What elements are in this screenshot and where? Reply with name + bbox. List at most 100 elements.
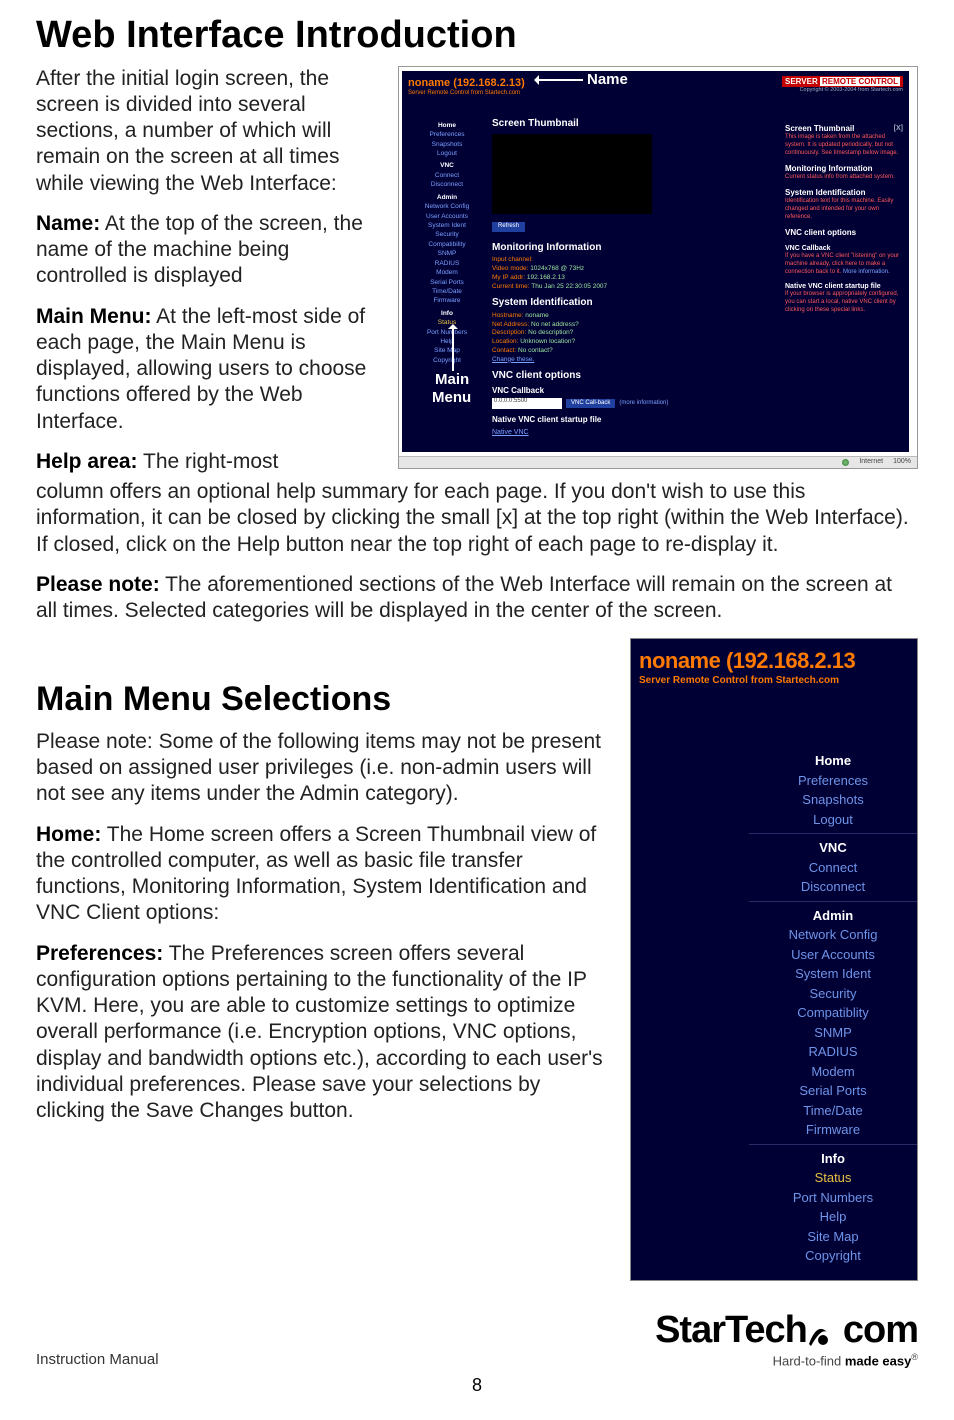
menu-header-vnc: VNC <box>749 838 917 858</box>
help-h-callback: VNC Callback <box>785 244 903 253</box>
callback-input[interactable]: 0.0.0.0:5500 <box>492 398 562 409</box>
menu-link[interactable]: Connect <box>749 858 917 878</box>
change-these-link[interactable]: Change these. <box>492 356 534 363</box>
heading-screen-thumbnail: Screen Thumbnail <box>492 118 779 131</box>
menu-link[interactable]: Connect <box>408 171 486 180</box>
mms-intro: Please note: Some of the following items… <box>36 729 612 808</box>
annotation-name: Name <box>587 71 628 90</box>
tagline: Hard-to-find made easy® <box>655 1352 918 1370</box>
menu-link[interactable]: User Accounts <box>408 212 486 221</box>
help-h-vnc: VNC client options <box>785 228 903 238</box>
native-vnc-link[interactable]: Native VNC <box>492 429 529 436</box>
menu-link[interactable]: Port Numbers <box>749 1188 917 1208</box>
menu-header-home[interactable]: Home <box>408 121 486 130</box>
menu-link[interactable]: Help <box>408 337 486 346</box>
mainmenu-paragraph: Main Menu: At the left-most side of each… <box>36 304 382 435</box>
menu-link[interactable]: Disconnect <box>408 180 486 189</box>
menu-link[interactable]: SNMP <box>749 1023 917 1043</box>
refresh-button[interactable]: Refresh <box>492 222 525 232</box>
monitoring-info: Input channel: Video mode: 1024x768 @ 73… <box>492 256 779 291</box>
help-close-button[interactable]: [X] <box>894 124 903 133</box>
annotation-menu: Menu <box>432 389 471 408</box>
annotation-name-line <box>537 79 583 81</box>
footer-left: Instruction Manual <box>36 1351 159 1370</box>
section-title-mms: Main Menu Selections <box>36 678 612 721</box>
heading-vnc-callback: VNC Callback <box>492 386 779 396</box>
menu-closeup-screenshot: noname (192.168.2.13 Server Remote Contr… <box>630 638 918 1281</box>
menu-link[interactable]: Network Config <box>749 925 917 945</box>
mainmenu-label: Main Menu: <box>36 305 152 328</box>
menu-link[interactable]: Preferences <box>408 130 486 139</box>
internet-zone-icon <box>842 459 849 466</box>
help-lead-text: The right-most <box>138 450 279 473</box>
menu-link[interactable]: Network Config <box>408 202 486 211</box>
menu-header-info: Info <box>749 1149 917 1169</box>
menu-link[interactable]: Site Map <box>749 1227 917 1247</box>
menu-link[interactable]: Compatibility <box>408 240 486 249</box>
copyright-line: Copyright © 2003-2004 from Startech.com <box>782 87 903 94</box>
menu-link[interactable]: Copyright <box>749 1246 917 1266</box>
host-name: noname (192.168.2.13) <box>408 77 525 91</box>
zoom-level[interactable]: 100% <box>893 458 911 467</box>
callback-button[interactable]: VNC Call-back <box>566 399 615 409</box>
name-paragraph: Name: At the top of the screen, the name… <box>36 211 382 290</box>
menu-link[interactable]: System Ident <box>408 221 486 230</box>
menu-link[interactable]: Site Map <box>408 346 486 355</box>
menu-link[interactable]: Modem <box>408 268 486 277</box>
menu-link[interactable]: Snapshots <box>749 790 917 810</box>
menu-link[interactable]: Time/Date <box>749 1101 917 1121</box>
help-h-mon: Monitoring Information <box>785 164 903 174</box>
home-text: The Home screen offers a Screen Thumbnai… <box>36 823 596 925</box>
host-subtitle-large: Server Remote Control from Startech.com <box>631 675 917 688</box>
menu-link[interactable]: Snapshots <box>408 140 486 149</box>
menu-link[interactable]: Compatiblity <box>749 1003 917 1023</box>
heading-vnc-options: VNC client options <box>492 370 779 383</box>
logo-swoosh-icon <box>807 1318 843 1348</box>
logo-suffix: com <box>843 1309 918 1351</box>
annotation-main: Main <box>435 371 469 390</box>
menu-link[interactable]: Disconnect <box>749 877 917 897</box>
menu-link[interactable]: Time/Date <box>408 287 486 296</box>
screen-thumbnail[interactable] <box>492 134 652 214</box>
help-h-sys: System Identification <box>785 188 903 198</box>
brand-badge: SERVER REMOTE CONTROL <box>782 76 903 87</box>
annotation-menu-line <box>452 327 454 371</box>
menu-link[interactable]: Status <box>408 318 486 327</box>
content-area: Screen Thumbnail Refresh Monitoring Info… <box>492 118 779 438</box>
menu-link[interactable]: Firmware <box>408 296 486 305</box>
menu-link[interactable]: Security <box>408 230 486 239</box>
menu-link[interactable]: System Ident <box>749 964 917 984</box>
menu-link[interactable]: Preferences <box>749 771 917 791</box>
menu-link[interactable]: Modem <box>749 1062 917 1082</box>
menu-link[interactable]: Help <box>749 1207 917 1227</box>
menu-link[interactable]: Serial Ports <box>408 278 486 287</box>
more-info-link[interactable]: (more information) <box>619 400 668 408</box>
menu-header-home[interactable]: Home <box>749 751 917 771</box>
menu-link[interactable]: Status <box>749 1168 917 1188</box>
menu-link[interactable]: Serial Ports <box>749 1081 917 1101</box>
note-text: The aforementioned sections of the Web I… <box>36 573 892 622</box>
menu-link[interactable]: Firmware <box>749 1120 917 1140</box>
menu-link[interactable]: Security <box>749 984 917 1004</box>
help-h-thumb: Screen Thumbnail [X] <box>785 124 903 134</box>
helparea-lead: Help area: The right-most <box>36 449 382 475</box>
menu-link[interactable]: Copyright <box>408 356 486 365</box>
menu-link[interactable]: Port Numbers <box>408 328 486 337</box>
help-text: If you have a VNC client "listening" on … <box>785 253 903 276</box>
menu-link[interactable]: Logout <box>749 810 917 830</box>
menu-link[interactable]: RADIUS <box>408 259 486 268</box>
menu-header-vnc: VNC <box>408 161 486 170</box>
help-text: Current status info from attached system… <box>785 174 903 182</box>
menu-link[interactable]: SNMP <box>408 249 486 258</box>
logo-text: StarTech <box>655 1309 807 1351</box>
help-more-link[interactable]: More information. <box>843 269 890 275</box>
menu-link[interactable]: Logout <box>408 149 486 158</box>
help-text: Identification text for this machine. Ea… <box>785 198 903 221</box>
name-label: Name: <box>36 212 100 235</box>
host-subtitle: Server Remote Control from Startech.com <box>408 90 525 98</box>
menu-link[interactable]: RADIUS <box>749 1042 917 1062</box>
note-label: Please note: <box>36 573 160 596</box>
menu-header-admin: Admin <box>408 193 486 202</box>
menu-header-info: Info <box>408 309 486 318</box>
menu-link[interactable]: User Accounts <box>749 945 917 965</box>
